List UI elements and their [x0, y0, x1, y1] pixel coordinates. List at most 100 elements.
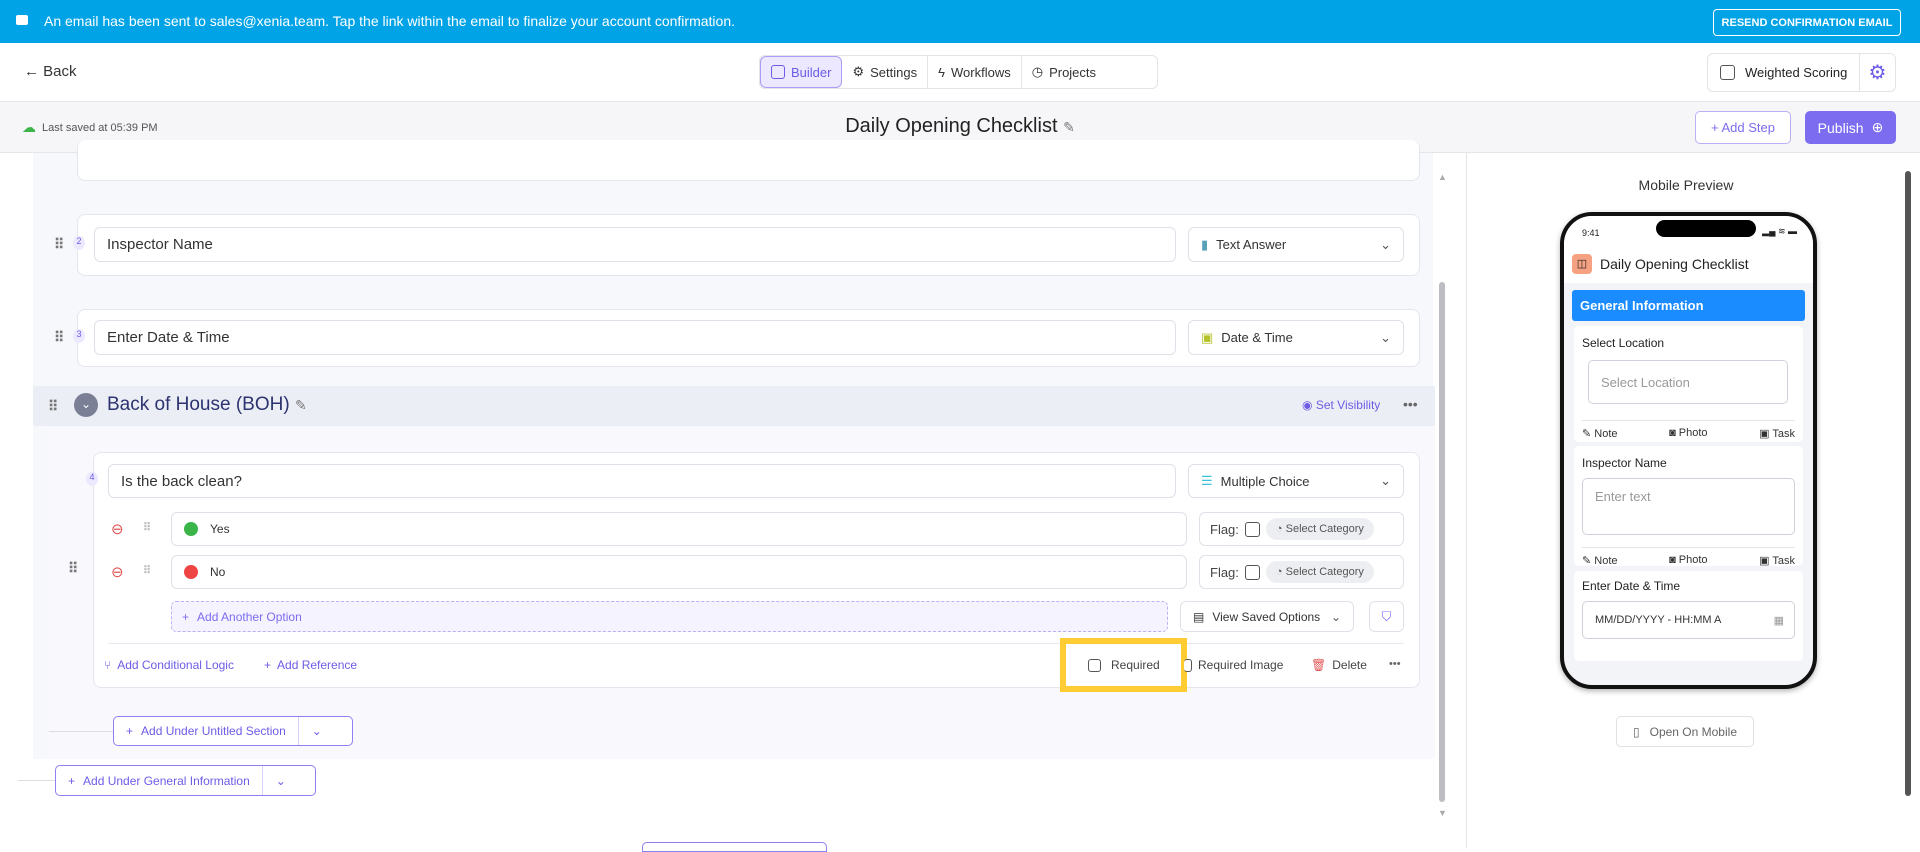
scroll-down-arrow[interactable]: ▼ — [1438, 808, 1447, 818]
flag-checkbox[interactable] — [1244, 521, 1260, 537]
item-number: 4 — [86, 472, 98, 486]
arrow-left-icon: ← — [24, 63, 39, 80]
back-label: Back — [43, 63, 77, 80]
tab-builder[interactable]: Builder — [760, 56, 843, 88]
trash-icon: 🗑 — [1311, 658, 1327, 672]
more-options-icon[interactable]: ••• — [1389, 658, 1401, 670]
drag-handle-icon[interactable]: ⠿ — [54, 329, 64, 346]
required-toggle[interactable]: Required — [1088, 658, 1160, 672]
required-image-checkbox[interactable] — [1184, 658, 1192, 672]
add-under-general-label: Add Under General Information — [83, 773, 250, 788]
flag-checkbox[interactable] — [1244, 564, 1260, 580]
back-button[interactable]: ← Back — [24, 63, 77, 80]
item-title-input[interactable]: Enter Date & Time — [94, 320, 1176, 355]
option-color-dot[interactable] — [184, 522, 198, 536]
date-time-input[interactable]: MM/DD/YYYY - HH:MM A ▦ — [1582, 601, 1795, 639]
required-label: Required — [1111, 658, 1160, 672]
option-input[interactable]: Yes — [171, 512, 1187, 546]
view-saved-label: View Saved Options — [1212, 609, 1321, 624]
weighted-scoring-label: Weighted Scoring — [1745, 65, 1848, 80]
collapse-section-icon[interactable]: ⌄ — [74, 393, 98, 417]
pencil-icon[interactable]: ✎ — [295, 397, 307, 413]
drag-handle-icon[interactable]: ⠿ — [143, 564, 151, 577]
gear-icon[interactable]: ⚙ — [1859, 54, 1895, 91]
item-title-input[interactable]: Inspector Name — [94, 227, 1176, 262]
photo-button[interactable]: ◙ Photo — [1669, 554, 1707, 567]
task-button[interactable]: ▣ Task — [1759, 427, 1795, 440]
question-type-select[interactable]: ☰ Multiple Choice ⌄ — [1188, 464, 1404, 498]
tab-projects[interactable]: ◷ Projects — [1022, 56, 1106, 88]
page-scrollbar[interactable] — [1905, 171, 1911, 796]
set-visibility-label: Set Visibility — [1315, 398, 1381, 412]
weighted-scoring-checkbox[interactable] — [1720, 65, 1735, 80]
connector-line — [49, 731, 113, 732]
add-under-section-button[interactable]: + Add Under Untitled Section ⌄ — [113, 716, 353, 746]
required-checkbox[interactable] — [1088, 658, 1101, 672]
connector-line — [18, 780, 55, 781]
option-color-dot[interactable] — [184, 565, 198, 579]
tab-workflows[interactable]: ϟ Workflows — [928, 56, 1022, 88]
remove-option-icon[interactable]: ⊖ — [111, 520, 124, 538]
view-saved-options-button[interactable]: ▤ View Saved Options ⌄ — [1180, 601, 1354, 632]
calendar-icon: ▣ — [1201, 329, 1214, 345]
add-reference-button[interactable]: + Add Reference — [264, 658, 357, 672]
date-placeholder: MM/DD/YYYY - HH:MM A — [1595, 614, 1722, 626]
inspector-name-input[interactable]: Enter text — [1582, 478, 1795, 535]
field-actions: ✎ Note ◙ Photo ▣ Task — [1574, 554, 1803, 567]
drag-handle-icon[interactable]: ⠿ — [143, 521, 151, 534]
pencil-icon[interactable]: ✎ — [1063, 119, 1075, 135]
task-button[interactable]: ▣ Task — [1759, 554, 1795, 567]
item-type-select[interactable]: ▮ Text Answer ⌄ — [1188, 227, 1404, 262]
photo-button[interactable]: ◙ Photo — [1669, 427, 1707, 440]
remove-option-icon[interactable]: ⊖ — [111, 563, 124, 581]
add-under-general-button[interactable]: + Add Under General Information ⌄ — [55, 765, 316, 796]
add-step-button[interactable]: + Add Step — [1695, 111, 1791, 144]
drag-handle-icon[interactable]: ⠿ — [54, 236, 64, 253]
open-on-mobile-label: Open On Mobile — [1649, 724, 1737, 739]
set-visibility-button[interactable]: ◉ Set Visibility — [1302, 398, 1380, 412]
more-options-icon[interactable]: ••• — [1403, 396, 1418, 412]
add-another-option-button[interactable]: + Add Another Option — [171, 601, 1168, 632]
flag-control: Flag: ◔ Select Category — [1199, 555, 1404, 589]
resend-confirmation-button[interactable]: RESEND CONFIRMATION EMAIL — [1713, 9, 1901, 36]
scroll-up-arrow[interactable]: ▲ — [1438, 172, 1447, 182]
select-category-button[interactable]: ◔ Select Category — [1265, 561, 1374, 583]
delete-button[interactable]: 🗑 Delete — [1311, 658, 1367, 672]
chevron-down-icon[interactable]: ⌄ — [263, 774, 299, 788]
tab-settings[interactable]: ⚙ Settings — [842, 56, 929, 88]
select-category-button[interactable]: ◔ Select Category — [1265, 518, 1374, 540]
conditional-logic-label: Add Conditional Logic — [117, 658, 234, 672]
reference-label: Add Reference — [277, 658, 358, 672]
required-image-toggle[interactable]: Required Image — [1184, 658, 1283, 672]
option-input[interactable]: No — [171, 555, 1187, 589]
drag-handle-icon[interactable]: ⠿ — [48, 398, 58, 415]
add-section-button[interactable] — [642, 842, 827, 852]
publish-button[interactable]: Publish ⊕ — [1805, 111, 1896, 144]
item-number: 3 — [73, 329, 85, 343]
item-type-label: Text Answer — [1216, 237, 1287, 252]
builder-scrollbar[interactable] — [1439, 282, 1445, 802]
banner-message: An email has been sent to sales@xenia.te… — [44, 13, 735, 29]
item-type-label: Date & Time — [1221, 330, 1293, 345]
text-answer-icon: ▮ — [1201, 236, 1209, 252]
open-on-mobile-button[interactable]: ▯ Open On Mobile — [1616, 716, 1754, 747]
plus-icon: + — [68, 773, 76, 788]
weighted-scoring-control: Weighted Scoring ⚙ — [1707, 53, 1896, 92]
question-title-input[interactable]: Is the back clean? — [108, 464, 1176, 498]
chevron-down-icon: ⌄ — [1380, 236, 1391, 252]
preview-field-card: Inspector Name Enter text ✎ Note ◙ Photo ▣… — [1574, 446, 1803, 567]
plus-icon: + — [264, 658, 272, 672]
plus-icon: + — [126, 724, 134, 738]
note-button[interactable]: ✎ Note — [1582, 427, 1618, 440]
tab-label: Builder — [791, 64, 832, 80]
add-conditional-logic-button[interactable]: ⑂ Add Conditional Logic — [104, 658, 234, 672]
photo-label: Photo — [1678, 554, 1708, 566]
item-type-select[interactable]: ▣ Date & Time ⌄ — [1188, 320, 1404, 355]
calendar-icon: ▦ — [1773, 614, 1784, 627]
section-title-text: Back of House (BOH) — [107, 394, 290, 415]
bookmark-button[interactable]: ⛉ — [1369, 601, 1404, 632]
drag-handle-icon[interactable]: ⠿ — [68, 560, 78, 577]
note-button[interactable]: ✎ Note — [1582, 554, 1618, 567]
chevron-down-icon[interactable]: ⌄ — [299, 724, 335, 738]
select-location-input[interactable]: Select Location — [1588, 360, 1788, 404]
